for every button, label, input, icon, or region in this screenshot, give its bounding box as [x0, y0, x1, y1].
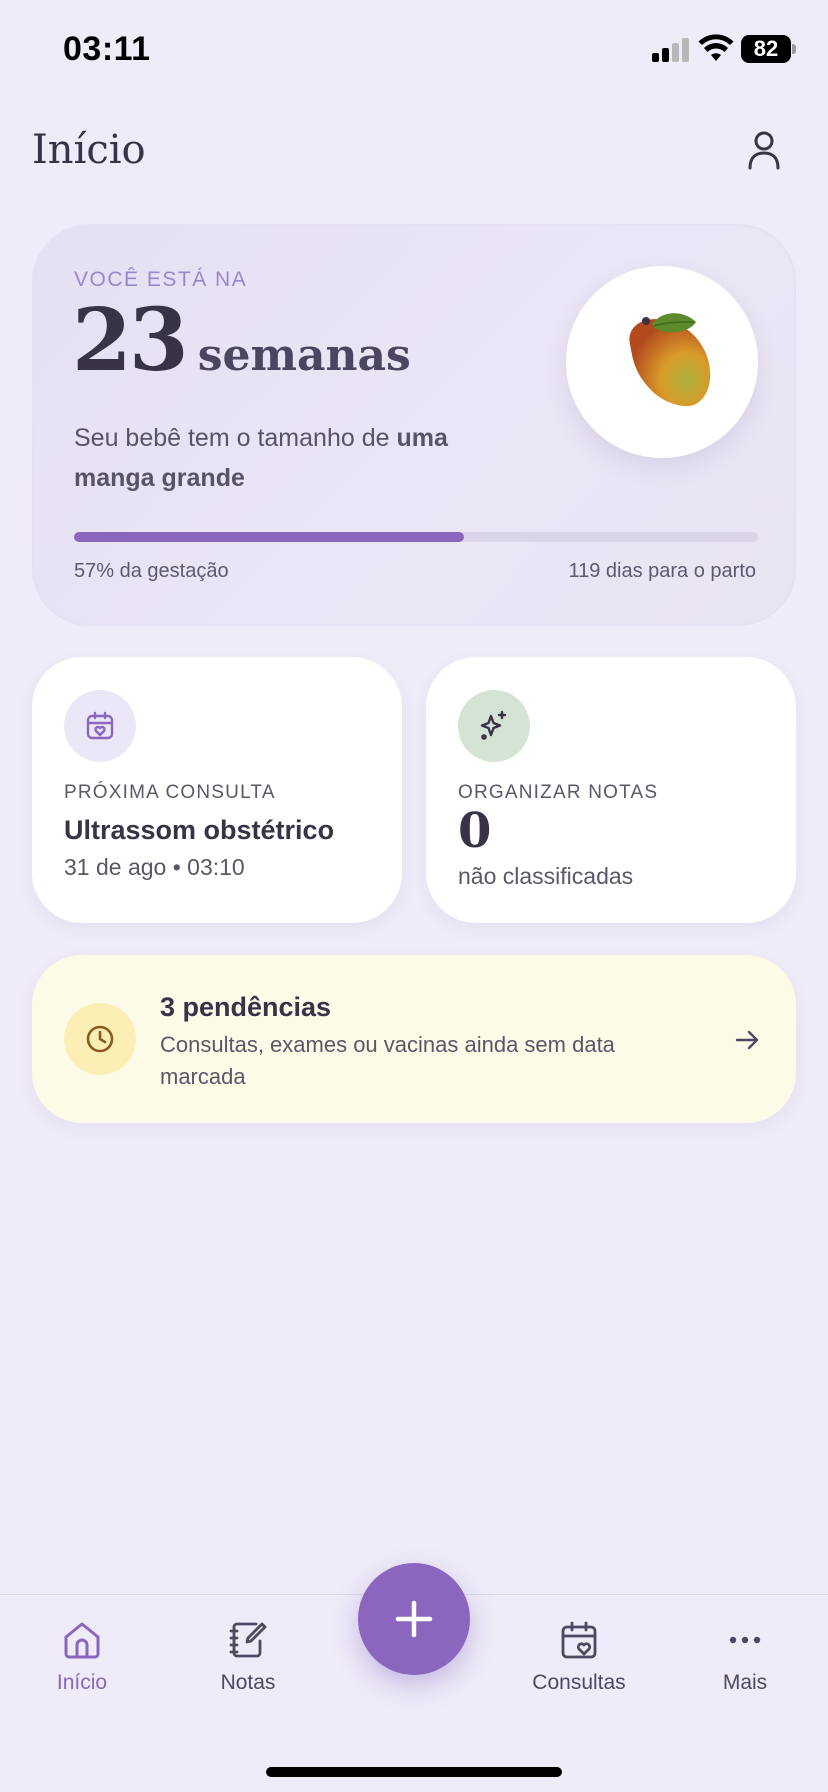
person-icon	[748, 131, 780, 170]
cellular-signal-icon	[652, 38, 690, 62]
pending-items-banner[interactable]: 3 pendências Consultas, exames ou vacina…	[32, 955, 796, 1123]
tab-notas[interactable]: Notas	[188, 1619, 308, 1695]
wifi-icon	[698, 34, 734, 61]
clock-icon	[86, 1025, 114, 1053]
notes-icon-badge	[458, 690, 530, 762]
appointment-datetime: 31 de ago • 03:10	[64, 854, 245, 880]
more-icon	[729, 1636, 761, 1644]
notes-icon	[229, 1622, 267, 1658]
battery-indicator: 82	[741, 35, 791, 63]
tab-notas-label: Notas	[220, 1671, 276, 1694]
status-bar: 03:11 82	[0, 0, 828, 100]
home-indicator	[266, 1767, 562, 1777]
next-appointment-card[interactable]: PRÓXIMA CONSULTA Ultrassom obstétrico 31…	[32, 657, 402, 923]
tab-inicio[interactable]: Início	[22, 1619, 142, 1695]
unclassified-notes-label: não classificadas	[458, 863, 634, 889]
progress-percent-label: 57% da gestação	[74, 560, 229, 582]
appointment-eyebrow: PRÓXIMA CONSULTA	[64, 782, 276, 803]
add-button[interactable]	[358, 1563, 470, 1675]
hero-eyebrow: VOCÊ ESTÁ NA	[74, 268, 248, 291]
organize-notes-card[interactable]: ORGANIZAR NOTAS 0 não classificadas	[426, 657, 796, 923]
mango-image	[629, 313, 711, 407]
weeks-row: 23 semanas	[72, 298, 411, 384]
sparkles-icon	[480, 710, 507, 740]
home-icon	[64, 1622, 100, 1659]
status-time: 03:11	[63, 30, 151, 68]
pregnancy-progress-card[interactable]: VOCÊ ESTÁ NA 23 semanas Seu bebê tem o t…	[32, 224, 796, 626]
pregnancy-progress-bar	[74, 532, 758, 542]
pending-icon-badge	[64, 1003, 136, 1075]
tab-mais[interactable]: Mais	[685, 1619, 805, 1695]
unclassified-notes-count: 0	[458, 803, 492, 859]
calendar-heart-icon	[561, 1621, 597, 1659]
arrow-right-icon	[735, 1030, 759, 1050]
weeks-number: 23	[72, 290, 189, 391]
days-remaining-label: 119 dias para o parto	[568, 560, 756, 582]
pending-description: Consultas, exames ou vacinas ainda sem d…	[160, 1032, 615, 1089]
baby-size-prefix: Seu bebê tem o tamanho de	[74, 424, 397, 452]
baby-size-description: Seu bebê tem o tamanho de uma manga gran…	[74, 418, 514, 498]
fruit-image-circle	[566, 266, 758, 458]
appointment-title: Ultrassom obstétrico	[64, 815, 335, 845]
calendar-heart-icon	[86, 711, 114, 740]
tab-consultas-label: Consultas	[532, 1671, 626, 1694]
pending-title: 3 pendências	[160, 992, 332, 1022]
tab-mais-label: Mais	[722, 1671, 768, 1694]
plus-icon	[395, 1600, 433, 1638]
appointment-icon-badge	[64, 690, 136, 762]
profile-button[interactable]	[742, 128, 786, 172]
tab-consultas[interactable]: Consultas	[519, 1619, 639, 1695]
notes-eyebrow: ORGANIZAR NOTAS	[458, 782, 659, 803]
page-title: Início	[32, 127, 146, 173]
weeks-unit: semanas	[197, 330, 411, 381]
tab-inicio-label: Início	[56, 1671, 108, 1694]
battery-tip	[792, 44, 796, 54]
progress-bar-fill	[74, 532, 464, 542]
